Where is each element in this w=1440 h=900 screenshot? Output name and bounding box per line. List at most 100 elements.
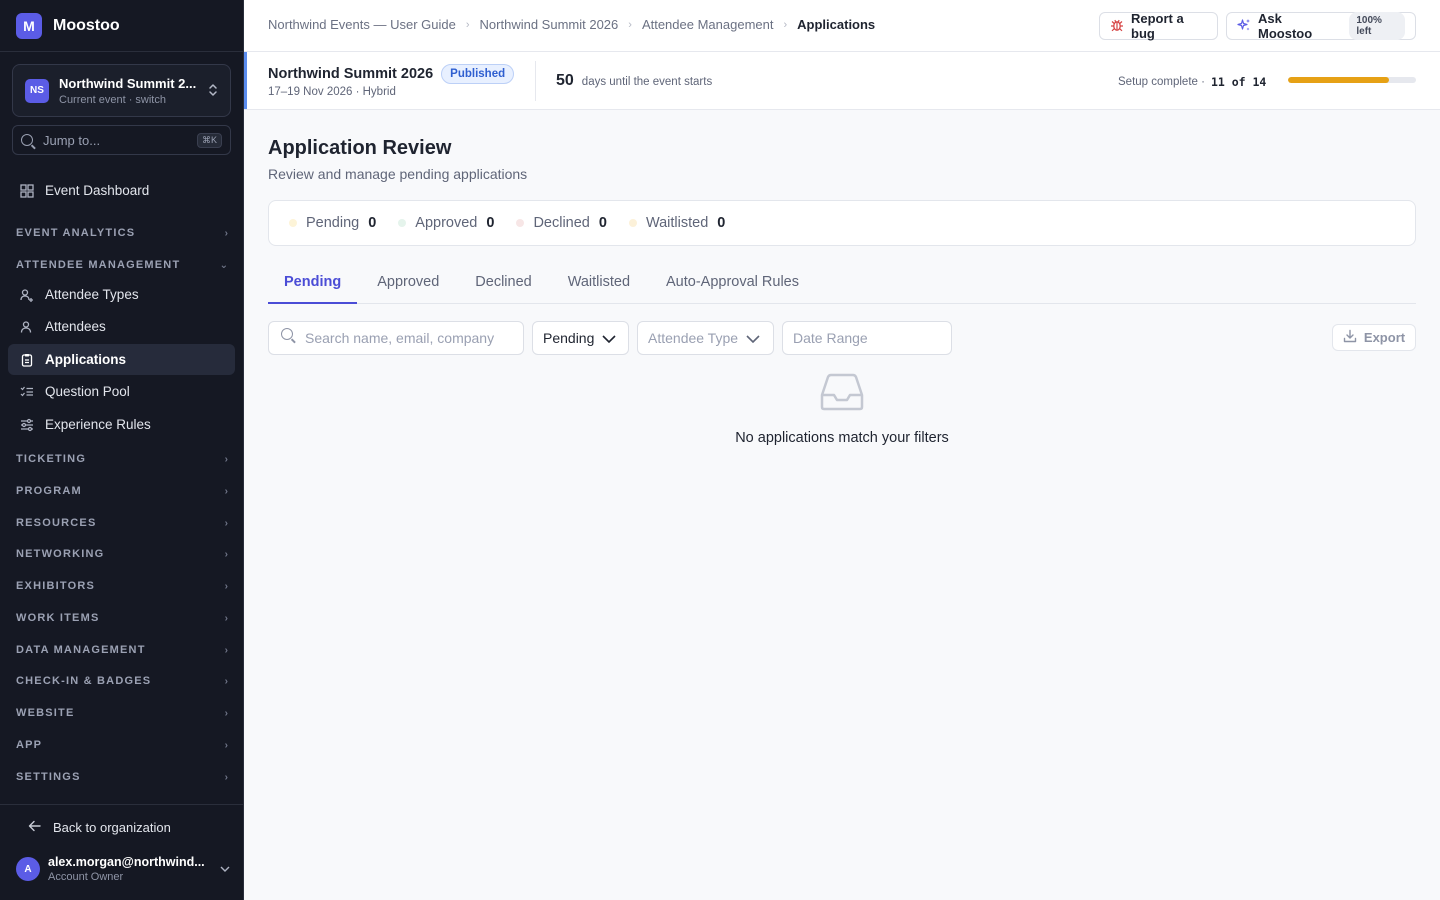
event-switcher[interactable]: NS Northwind Summit 2... Current event ·… [12,64,231,117]
sidebar-item-label: Experience Rules [45,417,151,432]
chevron-right-icon: › [224,612,228,624]
event-summary-strip: Northwind Summit 2026 Published 17–19 No… [244,52,1440,110]
user-role: Account Owner [48,871,124,883]
search-field[interactable] [268,321,524,355]
setup-progress-bar[interactable] [1288,77,1416,83]
chevron-right-icon: › [224,644,228,656]
section-label: PROGRAM [16,485,82,497]
section-label: APP [16,739,43,751]
users-icon [20,288,34,302]
section-networking[interactable]: NETWORKING › [16,546,228,562]
sidebar-item-label: Applications [45,352,127,367]
chevron-right-icon: › [224,517,228,529]
shortcut-badge: ⌘K [196,132,222,148]
section-label: TICKETING [16,453,87,465]
tab-declined[interactable]: Declined [459,262,547,304]
sparkles-icon [1237,18,1251,35]
setup-count: 11 of 14 [1210,75,1267,89]
tab-pending[interactable]: Pending [268,262,358,304]
days-countdown: 50 days until the event starts [556,72,712,90]
section-label: DATA MANAGEMENT [16,644,146,656]
ask-moostoo-button[interactable]: Ask Moostoo 100% left [1226,11,1416,41]
chevron-right-icon: › [224,548,228,560]
status-select[interactable]: Pending [532,321,629,355]
report-bug-label: Report a bug [1131,11,1184,41]
sliders-icon [20,418,34,432]
clipboard-icon [20,353,34,367]
brand[interactable]: M Moostoo [16,13,120,39]
section-exhibitors[interactable]: EXHIBITORS › [16,578,228,594]
section-label: EVENT ANALYTICS [16,227,136,239]
chevron-right-icon: › [628,18,632,31]
page-subtitle: Review and manage pending applications [268,166,528,182]
event-switcher-subtitle: Current event · switch [59,93,166,106]
brand-logo: M [16,13,42,39]
sidebar-item-attendees[interactable]: Attendees [8,311,235,342]
stat-value: 0 [486,215,495,231]
section-data-management[interactable]: DATA MANAGEMENT › [16,642,228,658]
section-checkin-badges[interactable]: CHECK-IN & BADGES › [16,673,228,689]
attendee-type-select[interactable]: Attendee Type [637,321,774,355]
breadcrumb: Northwind Events — User Guide › Northwin… [268,17,875,32]
date-range-field[interactable]: Date Range [782,321,952,355]
back-to-organization-link[interactable]: Back to organization [28,820,171,835]
section-resources[interactable]: RESOURCES › [16,515,228,531]
sidebar-item-question-pool[interactable]: Question Pool [8,376,235,407]
section-label: WEBSITE [16,707,75,719]
tab-approved[interactable]: Approved [361,262,455,304]
breadcrumb-item[interactable]: Attendee Management [642,17,774,32]
tab-waitlisted[interactable]: Waitlisted [552,262,646,304]
section-label: WORK ITEMS [16,612,100,624]
bug-icon [1110,18,1124,35]
brand-name: Moostoo [53,17,120,34]
stat-label: Pending [306,215,360,231]
section-settings[interactable]: SETTINGS › [16,769,228,785]
top-bar: Northwind Events — User Guide › Northwin… [244,0,1440,52]
section-label: RESOURCES [16,517,97,529]
sidebar-item-label: Event Dashboard [45,183,150,198]
user-menu[interactable]: A alex.morgan@northwind... Account Owner [16,853,230,885]
search-icon [21,134,33,146]
chevron-right-icon: › [783,18,788,31]
section-website[interactable]: WEBSITE › [16,705,228,721]
chevron-down-icon [746,330,760,346]
search-input[interactable] [305,330,505,346]
chevron-right-icon: › [224,580,228,592]
search-icon [281,328,293,340]
days-label: days until the event starts [581,76,713,88]
status-summary: Pending 0 Approved 0 Declined 0 Waitlist… [268,200,1416,246]
section-event-analytics[interactable]: EVENT ANALYTICS › [16,225,228,241]
status-dot [398,219,407,227]
section-app[interactable]: APP › [16,737,228,753]
stat-approved: Approved 0 [398,215,494,231]
sidebar-item-experience-rules[interactable]: Experience Rules [8,409,235,440]
jump-to-search[interactable]: Jump to... ⌘K [12,125,231,155]
chevron-down-icon [220,864,230,875]
attendee-type-placeholder: Attendee Type [648,330,739,346]
section-ticketing[interactable]: TICKETING › [16,451,228,467]
chevron-right-icon: › [224,675,228,687]
chevron-right-icon: › [224,707,228,719]
sidebar-item-event-dashboard[interactable]: Event Dashboard [8,175,235,206]
ask-moostoo-label: Ask Moostoo [1258,11,1313,41]
report-bug-button[interactable]: Report a bug [1099,11,1218,41]
breadcrumb-item[interactable]: Northwind Summit 2026 [480,17,619,32]
section-label: NETWORKING [16,548,105,560]
sidebar-item-applications[interactable]: Applications [8,344,235,375]
inbox-icon [820,373,864,414]
user-email: alex.morgan@northwind... [48,855,205,869]
breadcrumb-item[interactable]: Northwind Events — User Guide [268,17,456,32]
sidebar-item-attendee-types[interactable]: Attendee Types [8,279,235,310]
stat-value: 0 [368,215,377,231]
export-button[interactable]: Export [1332,324,1416,351]
sidebar-bottom-divider [0,804,243,805]
stat-value: 0 [717,215,726,231]
section-label: EXHIBITORS [16,580,96,592]
status-badge: Published [441,64,515,84]
section-label: CHECK-IN & BADGES [16,675,152,687]
section-attendee-management[interactable]: ATTENDEE MANAGEMENT ⌄ [16,257,228,273]
section-work-items[interactable]: WORK ITEMS › [16,610,228,626]
tab-auto-approval-rules[interactable]: Auto-Approval Rules [650,262,815,304]
section-program[interactable]: PROGRAM › [16,483,228,499]
back-to-organization-label: Back to organization [53,820,171,835]
